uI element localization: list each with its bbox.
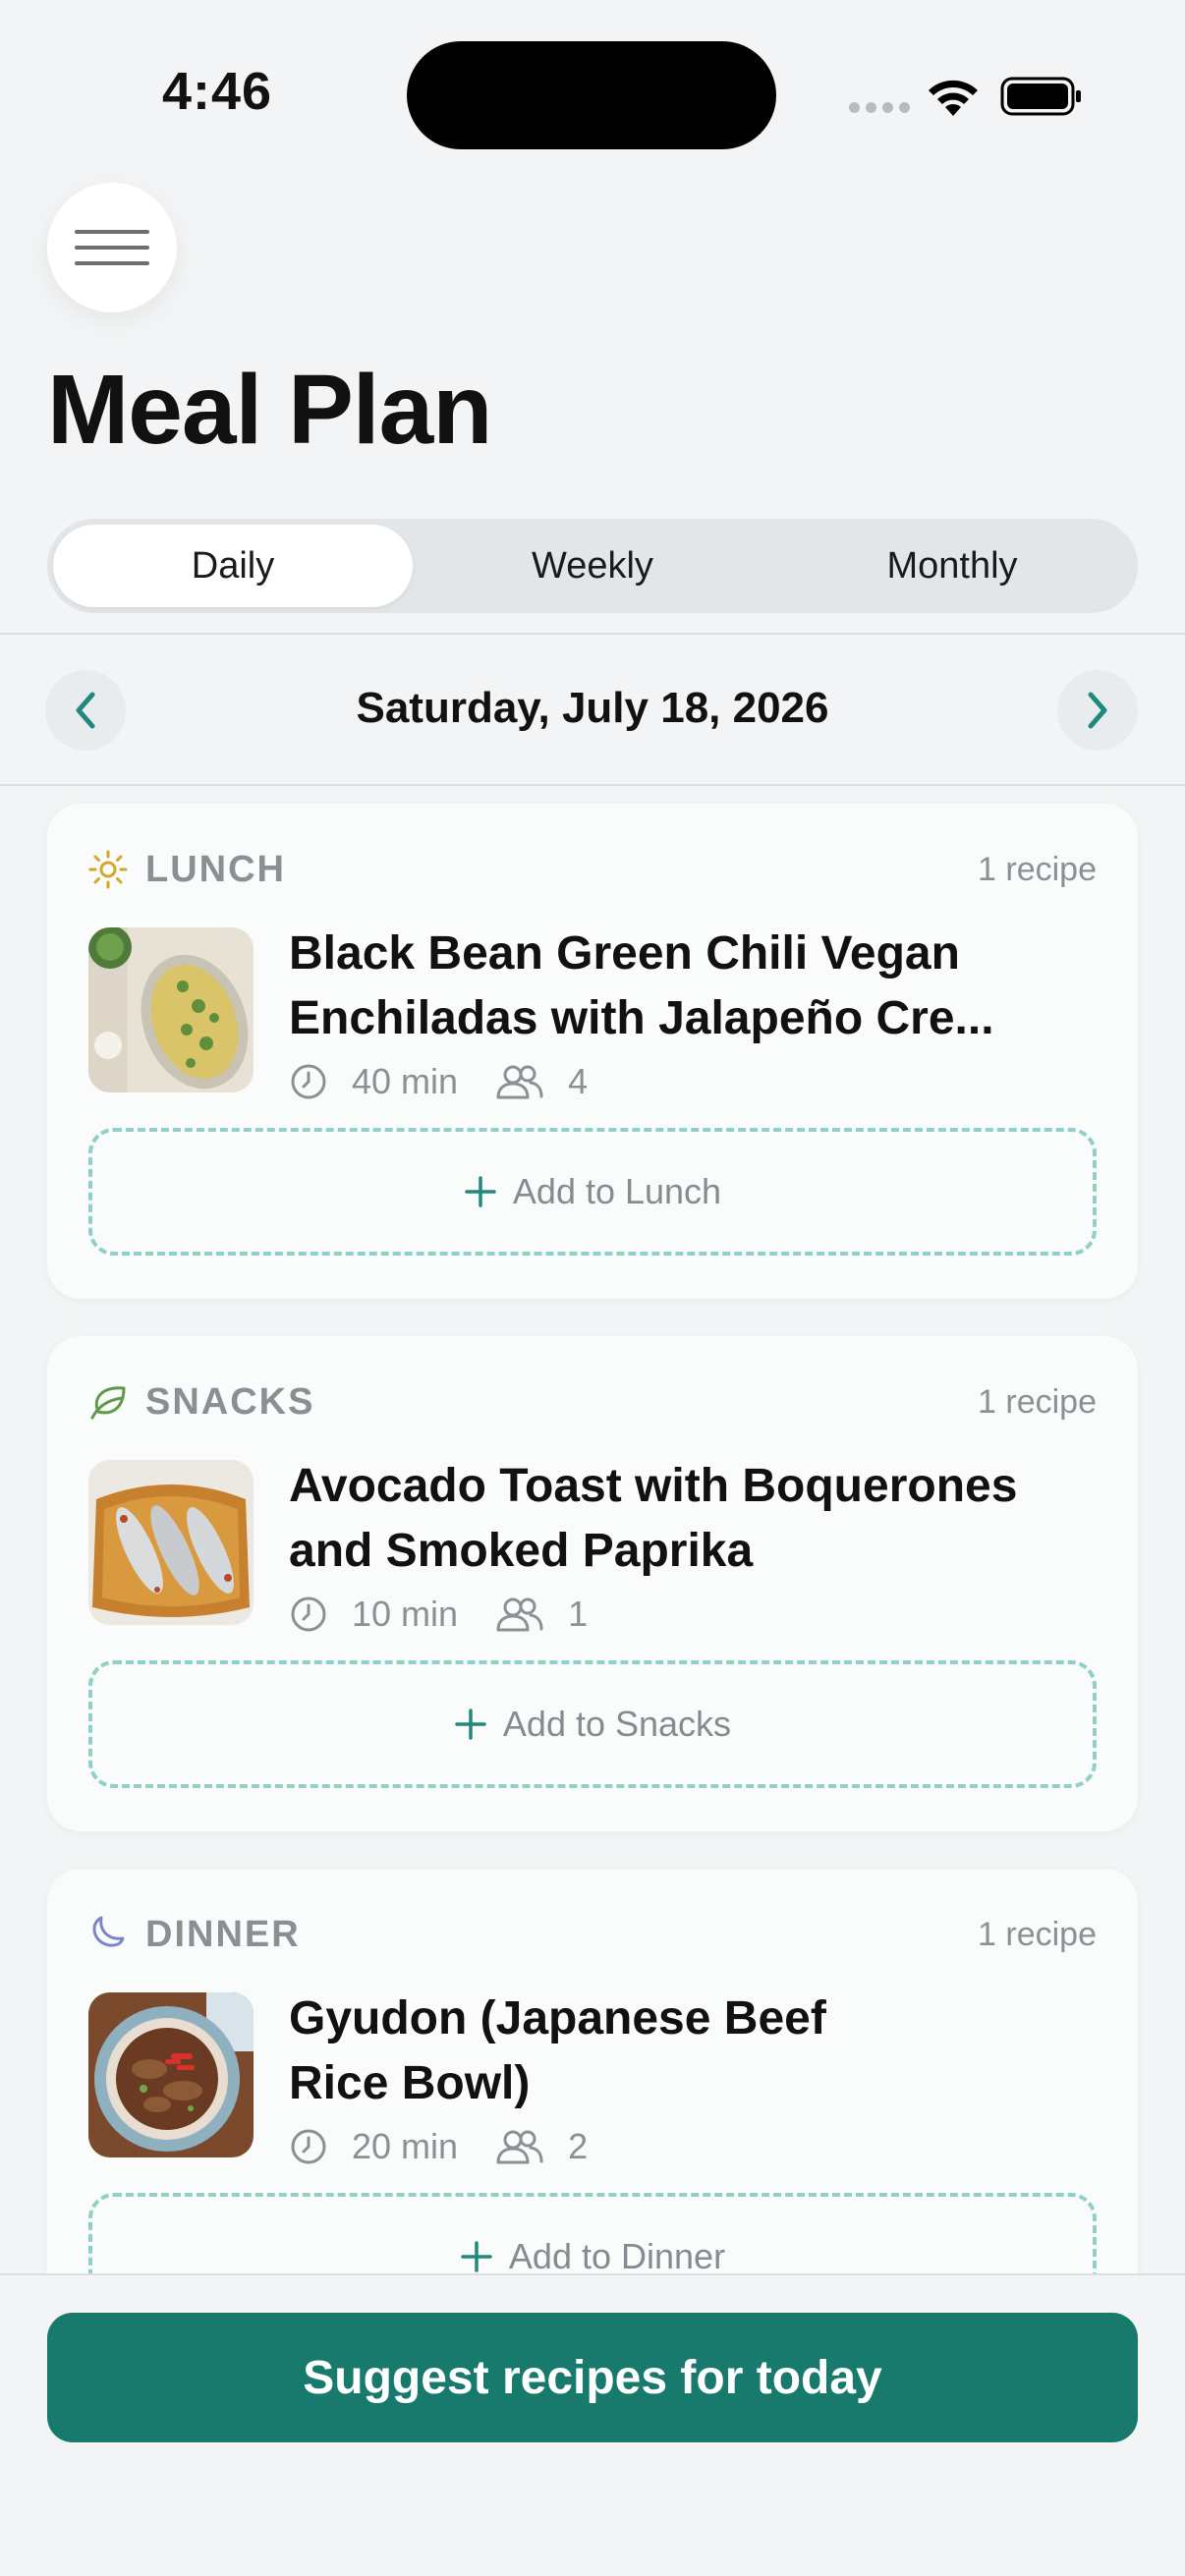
tab-weekly[interactable]: Weekly — [413, 525, 772, 607]
plus-icon — [465, 1176, 496, 1207]
meal-card-snacks: SNACKS 1 recipe Avocado Toast with Boque… — [47, 1336, 1138, 1831]
recipe-time: 40 min — [352, 1061, 459, 1101]
suggest-recipes-button[interactable]: Suggest recipes for today — [47, 2313, 1138, 2442]
plus-icon — [455, 1708, 486, 1740]
meal-label: SNACKS — [145, 1380, 315, 1423]
recipe-title[interactable]: Black Bean Green Chili Vegan Enchiladas … — [289, 922, 1075, 1051]
recipe-servings: 2 — [568, 2126, 589, 2166]
next-day-button[interactable] — [1057, 670, 1138, 751]
recipe-thumbnail[interactable] — [88, 1992, 254, 2157]
recipe-meta: 20 min 2 — [289, 2126, 588, 2167]
recipe-meta: 40 min 4 — [289, 1061, 588, 1102]
wifi-icon — [929, 80, 978, 116]
recipe-time: 20 min — [352, 2126, 459, 2166]
recipe-thumbnail[interactable] — [88, 1460, 254, 1625]
recipe-time: 10 min — [352, 1594, 459, 1634]
menu-button[interactable] — [47, 183, 177, 312]
divider — [0, 633, 1185, 635]
recipe-title[interactable]: Gyudon (Japanese Beef Rice Bowl) — [289, 1987, 898, 2116]
meal-plan-screen: 4:46 Meal Plan Daily Weekly Monthly Satu… — [0, 0, 1185, 2576]
recipe-servings: 1 — [568, 1594, 589, 1634]
clock-icon — [291, 1064, 326, 1099]
sun-icon — [88, 850, 128, 889]
leaf-icon — [90, 1386, 126, 1420]
clock-icon — [291, 2129, 326, 2164]
recipe-count: 1 recipe — [978, 1382, 1097, 1421]
people-icon — [496, 2130, 543, 2164]
recipe-count: 1 recipe — [978, 850, 1097, 888]
meal-label: DINNER — [145, 1913, 301, 1955]
dynamic-island — [407, 41, 776, 149]
recipe-servings: 4 — [568, 1061, 589, 1101]
add-button-label: Add to Lunch — [512, 1171, 722, 1211]
status-time: 4:46 — [162, 62, 273, 121]
page-title: Meal Plan — [47, 355, 492, 465]
people-icon — [496, 1065, 543, 1099]
recipe-meta: 10 min 1 — [289, 1594, 588, 1635]
plus-icon — [461, 2241, 492, 2272]
add-button-label: Add to Snacks — [502, 1704, 732, 1744]
bottom-action-bar: Suggest recipes for today — [0, 2273, 1185, 2576]
view-segmented-control: Daily Weekly Monthly — [47, 519, 1138, 613]
current-date: Saturday, July 18, 2026 — [356, 684, 829, 732]
recipe-thumbnail[interactable] — [88, 927, 254, 1092]
recipe-count: 1 recipe — [978, 1915, 1097, 1953]
recipe-title[interactable]: Avocado Toast with Boquerones and Smoked… — [289, 1454, 1075, 1584]
meal-label: LUNCH — [145, 848, 286, 890]
battery-icon — [1000, 77, 1081, 116]
moon-icon — [92, 1916, 125, 1947]
chevron-right-icon — [1088, 692, 1107, 729]
tab-monthly[interactable]: Monthly — [772, 525, 1132, 607]
add-to-lunch-button[interactable]: Add to Lunch — [88, 1128, 1097, 1256]
cellular-signal-icon — [849, 102, 910, 113]
people-icon — [496, 1597, 543, 1632]
meal-card-lunch: LUNCH 1 recipe Black Bean Green Chili Ve… — [47, 804, 1138, 1299]
add-to-snacks-button[interactable]: Add to Snacks — [88, 1660, 1097, 1788]
tab-daily[interactable]: Daily — [53, 525, 413, 607]
hamburger-icon — [75, 230, 149, 265]
add-button-label: Add to Dinner — [508, 2236, 726, 2276]
divider — [0, 784, 1185, 786]
clock-icon — [291, 1596, 326, 1632]
